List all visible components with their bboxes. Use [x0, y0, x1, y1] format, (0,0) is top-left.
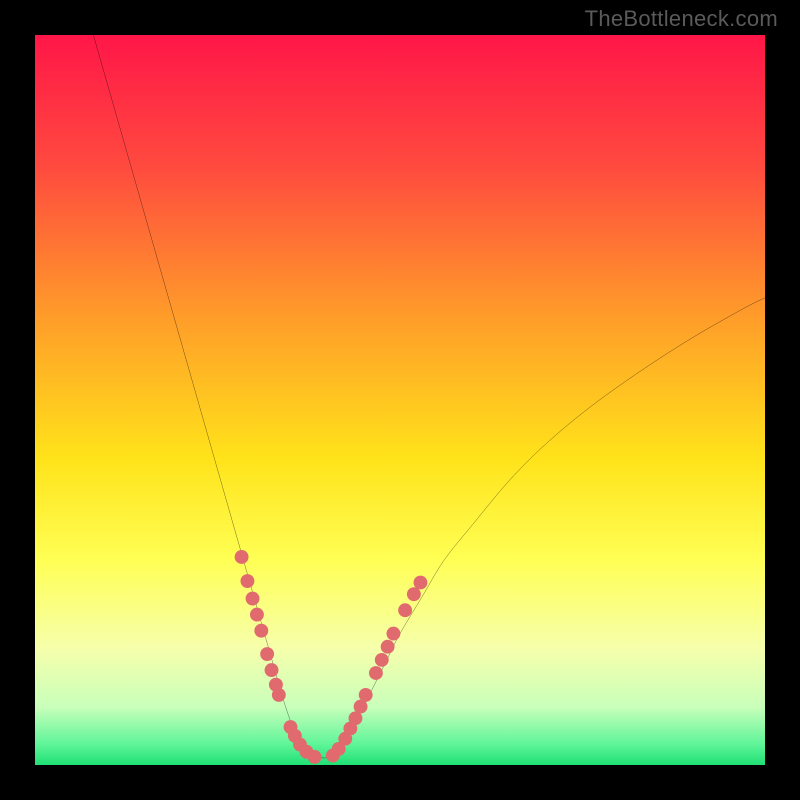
data-point	[240, 574, 254, 588]
data-point	[407, 587, 421, 601]
data-point	[375, 653, 389, 667]
outer-frame: TheBottleneck.com	[0, 0, 800, 800]
data-point	[235, 550, 249, 564]
data-point	[359, 688, 373, 702]
data-point	[414, 576, 428, 590]
data-point	[250, 608, 264, 622]
data-point	[265, 663, 279, 677]
data-point	[369, 666, 383, 680]
data-point	[398, 603, 412, 617]
data-point	[260, 647, 274, 661]
curves-group	[93, 35, 765, 758]
data-point	[272, 688, 286, 702]
data-point	[254, 624, 268, 638]
data-point	[381, 640, 395, 654]
watermark-text: TheBottleneck.com	[585, 6, 778, 32]
points-group	[235, 550, 428, 764]
bottleneck-curve	[93, 35, 765, 758]
data-point	[308, 750, 322, 764]
curve-layer	[35, 35, 765, 765]
data-point	[246, 592, 260, 606]
data-point	[386, 627, 400, 641]
plot-area	[35, 35, 765, 765]
